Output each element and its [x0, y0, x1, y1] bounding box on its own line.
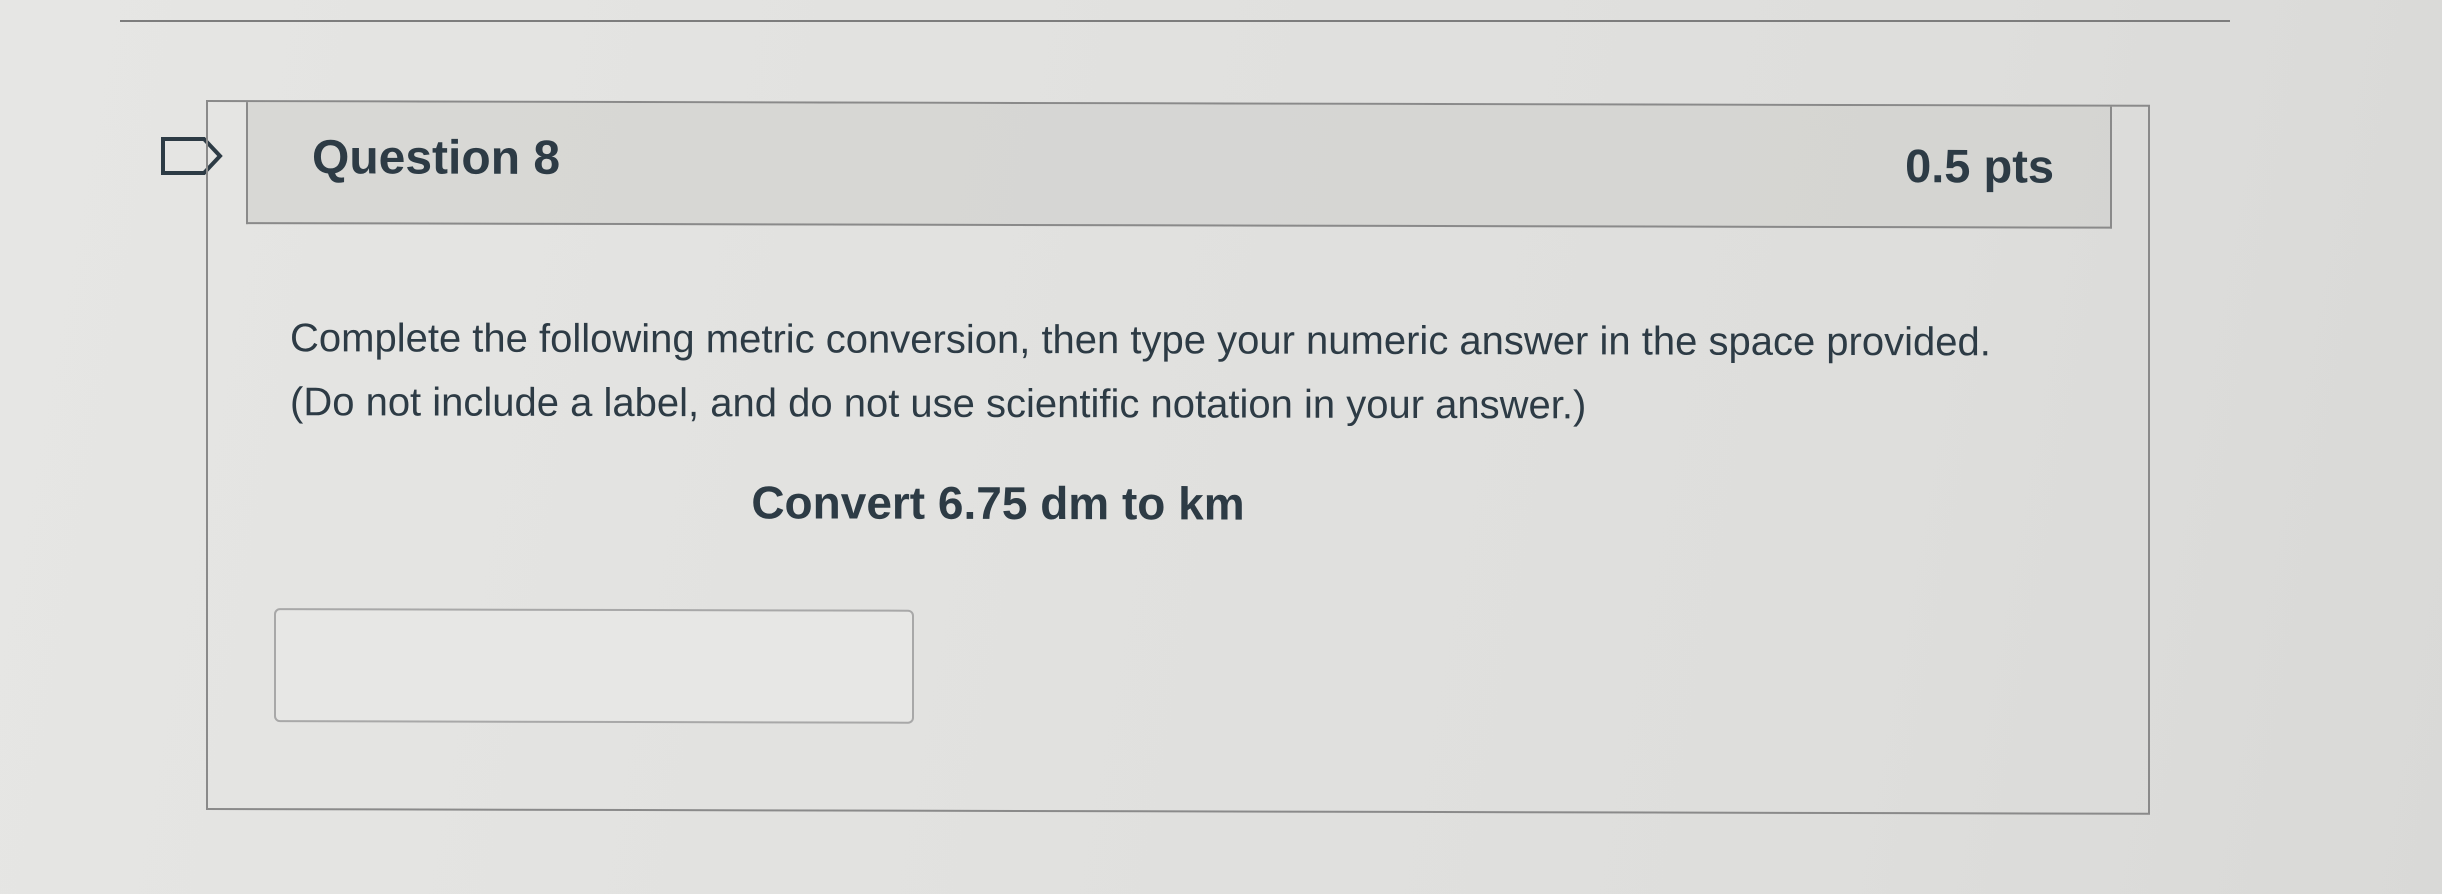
conversion-instruction: Convert 6.75 dm to km — [751, 476, 1245, 530]
numeric-answer-input[interactable] — [274, 608, 914, 724]
question-prompt: Complete the following metric conversion… — [290, 316, 1991, 428]
top-divider — [120, 20, 2230, 22]
question-header: Question 8 0.5 pts — [246, 102, 2112, 229]
question-points: 0.5 pts — [1905, 139, 2054, 193]
question-title: Question 8 — [312, 131, 561, 185]
question-card: Question 8 0.5 pts Complete the followin… — [206, 100, 2150, 815]
